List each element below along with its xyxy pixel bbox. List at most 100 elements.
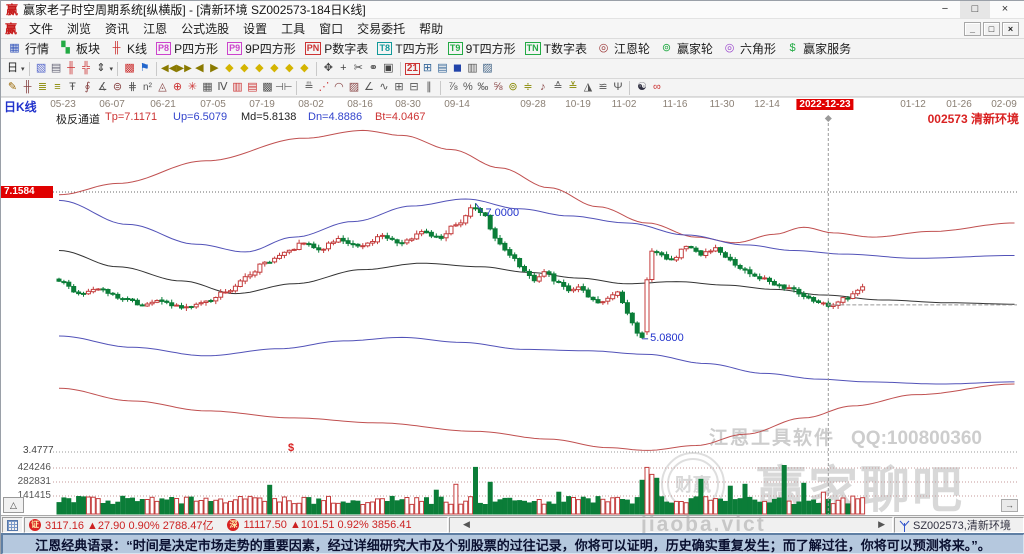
gann-box-tool-icon[interactable]: ▥ <box>230 80 245 95</box>
kline-button[interactable]: ╫K线 <box>107 40 154 57</box>
permille-tool-icon[interactable]: ‰ <box>475 80 490 95</box>
mdi-restore-button[interactable]: □ <box>983 22 1000 36</box>
expand-v-diamond-icon[interactable]: ◆ <box>282 61 297 76</box>
cycle-tool-icon[interactable]: ⊜ <box>110 80 125 95</box>
sz-index-quote[interactable]: 11117.50 ▲101.51 0.92% 3856.41 <box>243 519 411 531</box>
bar-chart2-icon[interactable]: ╬ <box>79 61 94 76</box>
menu-item-4[interactable]: 江恩 <box>136 19 174 38</box>
restore-button[interactable]: □ <box>960 1 990 18</box>
scale-toggle-dropdown[interactable]: ⇕ <box>94 61 109 76</box>
p-digit-button[interactable]: PNP数字表 <box>303 40 376 57</box>
calendar-icon[interactable]: 21 <box>405 63 420 75</box>
channel-tool-icon[interactable]: ≌ <box>595 80 610 95</box>
report-view-icon[interactable]: ▤ <box>49 61 64 76</box>
target-circle-tool-icon[interactable]: ⊕ <box>170 80 185 95</box>
scroll-mini-button[interactable]: → <box>1001 499 1018 512</box>
gann-line-tool-icon[interactable]: Ŧ <box>65 80 80 95</box>
winner-service-button[interactable]: $赢家服务 <box>783 40 858 57</box>
time-ruler-tool-icon[interactable]: ⋕ <box>125 80 140 95</box>
yinyang-icon[interactable]: ☯ <box>634 80 649 95</box>
shrink-h-diamond-icon[interactable]: ◆ <box>267 61 282 76</box>
zoom-out-diamond-icon[interactable]: ◆ <box>222 61 237 76</box>
spiral-tool-icon[interactable]: ∮ <box>80 80 95 95</box>
menu-item-5[interactable]: 公式选股 <box>174 19 236 38</box>
span-tool-icon[interactable]: ⊣⊢ <box>275 80 292 95</box>
arc-tool-icon[interactable]: ◠ <box>331 80 346 95</box>
scale-toggle-dropdown-arrow-icon[interactable]: ▾ <box>110 65 114 73</box>
t-square-button[interactable]: T8T四方形 <box>375 40 445 57</box>
period-day-dropdown[interactable]: 日 <box>5 61 20 76</box>
fan-tool-icon[interactable]: ⋰ <box>316 80 331 95</box>
crosshair-icon[interactable]: + <box>336 61 351 76</box>
ratio-tool-icon[interactable]: ⅞ <box>445 80 460 95</box>
menu-item-3[interactable]: 资讯 <box>98 19 136 38</box>
box-grid-tool-icon[interactable]: ▦ <box>200 80 215 95</box>
angle-tool-icon[interactable]: ∡ <box>95 80 110 95</box>
level-tool-icon[interactable]: ≙ <box>550 80 565 95</box>
zigzag-tool-icon[interactable]: ∿ <box>376 80 391 95</box>
scroll-left-icon[interactable]: ◀ <box>463 519 470 530</box>
golden-circle-tool-icon[interactable]: ⊚ <box>505 80 520 95</box>
gold-line-tool-icon[interactable]: ≚ <box>565 80 580 95</box>
t-digit-button[interactable]: TNT数字表 <box>523 40 594 57</box>
menu-item-2[interactable]: 浏览 <box>60 19 98 38</box>
step-forward-icon[interactable]: ▶ <box>207 61 222 76</box>
statusbar-grid-button[interactable] <box>2 517 23 533</box>
mdi-close-button[interactable]: × <box>1002 22 1019 36</box>
mdi-minimize-button[interactable]: _ <box>964 22 981 36</box>
gann-wheel-button[interactable]: ◎江恩轮 <box>594 40 657 57</box>
time-grid-tool-icon[interactable]: ≡ <box>50 80 65 95</box>
9p-square-button[interactable]: P99P四方形 <box>225 40 303 57</box>
grid-frame-tool-icon[interactable]: ⊞ <box>391 80 406 95</box>
close-button[interactable]: × <box>990 1 1020 18</box>
gann-box2-tool-icon[interactable]: ▤ <box>245 80 260 95</box>
menu-item-1[interactable]: 文件 <box>22 19 60 38</box>
9t-square-button[interactable]: T99T四方形 <box>446 40 523 57</box>
flag-marker-icon[interactable]: ⚑ <box>137 61 152 76</box>
shade-box-tool-icon[interactable]: ▨ <box>346 80 361 95</box>
chart-view-icon[interactable]: ▧ <box>34 61 49 76</box>
print-icon[interactable]: ▥ <box>465 61 480 76</box>
period-day-dropdown-arrow-icon[interactable]: ▾ <box>21 65 25 73</box>
hexagon-button[interactable]: ◎六角形 <box>720 40 783 57</box>
export-icon[interactable]: ▨ <box>480 61 495 76</box>
menu-item-10[interactable]: 帮助 <box>412 19 450 38</box>
quotes-button[interactable]: ▦行情 <box>5 40 56 57</box>
kline-canvas[interactable] <box>1 98 1024 515</box>
minimize-button[interactable]: − <box>930 1 960 18</box>
region-select-icon[interactable]: ▩ <box>122 61 137 76</box>
star-burst-tool-icon[interactable]: ✳ <box>185 80 200 95</box>
parallel-tool-icon[interactable]: ∥ <box>421 80 436 95</box>
step-back-icon[interactable]: ◀ <box>192 61 207 76</box>
pitchfork-tool-icon[interactable]: Ψ <box>610 80 625 95</box>
infinity-icon[interactable]: ∞ <box>649 80 664 95</box>
shrink-v-diamond-icon[interactable]: ◆ <box>297 61 312 76</box>
bar-chart-icon[interactable]: ╫ <box>64 61 79 76</box>
calculator-icon[interactable]: ⊞ <box>420 61 435 76</box>
wave-mark-tool-icon[interactable]: Ⅳ <box>215 80 230 95</box>
music-cycle-tool-icon[interactable]: ♪ <box>535 80 550 95</box>
pencil-tool-icon[interactable]: ✎ <box>5 80 20 95</box>
expand-pane-button[interactable]: △ <box>3 497 24 513</box>
view-link-icon[interactable]: ⚭ <box>366 61 381 76</box>
menu-item-9[interactable]: 交易委托 <box>350 19 412 38</box>
apex-tool-icon[interactable]: ◬ <box>155 80 170 95</box>
hand-pan-icon[interactable]: ✥ <box>321 61 336 76</box>
trend-angle-tool-icon[interactable]: ∠ <box>361 80 376 95</box>
cut-icon[interactable]: ✂ <box>351 61 366 76</box>
notes-icon[interactable]: ▤ <box>435 61 450 76</box>
wedge-tool-icon[interactable]: ◮ <box>580 80 595 95</box>
jump-first-icon[interactable]: ◀◀ <box>161 61 176 76</box>
percent-tool-icon[interactable]: % <box>460 80 475 95</box>
expand-h-diamond-icon[interactable]: ◆ <box>252 61 267 76</box>
save-icon[interactable]: ◼ <box>450 61 465 76</box>
p-square-button[interactable]: P8P四方形 <box>154 40 225 57</box>
fib-retrace-tool-icon[interactable]: ⅝ <box>490 80 505 95</box>
frame-minus-tool-icon[interactable]: ⊟ <box>406 80 421 95</box>
menu-item-6[interactable]: 设置 <box>236 19 274 38</box>
menu-item-7[interactable]: 工具 <box>274 19 312 38</box>
ruler-tool-icon[interactable]: ≞ <box>301 80 316 95</box>
n-squared-tool-icon[interactable]: n² <box>140 80 155 95</box>
golden-section-tool-icon[interactable]: ≑ <box>520 80 535 95</box>
jump-last-icon[interactable]: ▶▶ <box>176 61 191 76</box>
